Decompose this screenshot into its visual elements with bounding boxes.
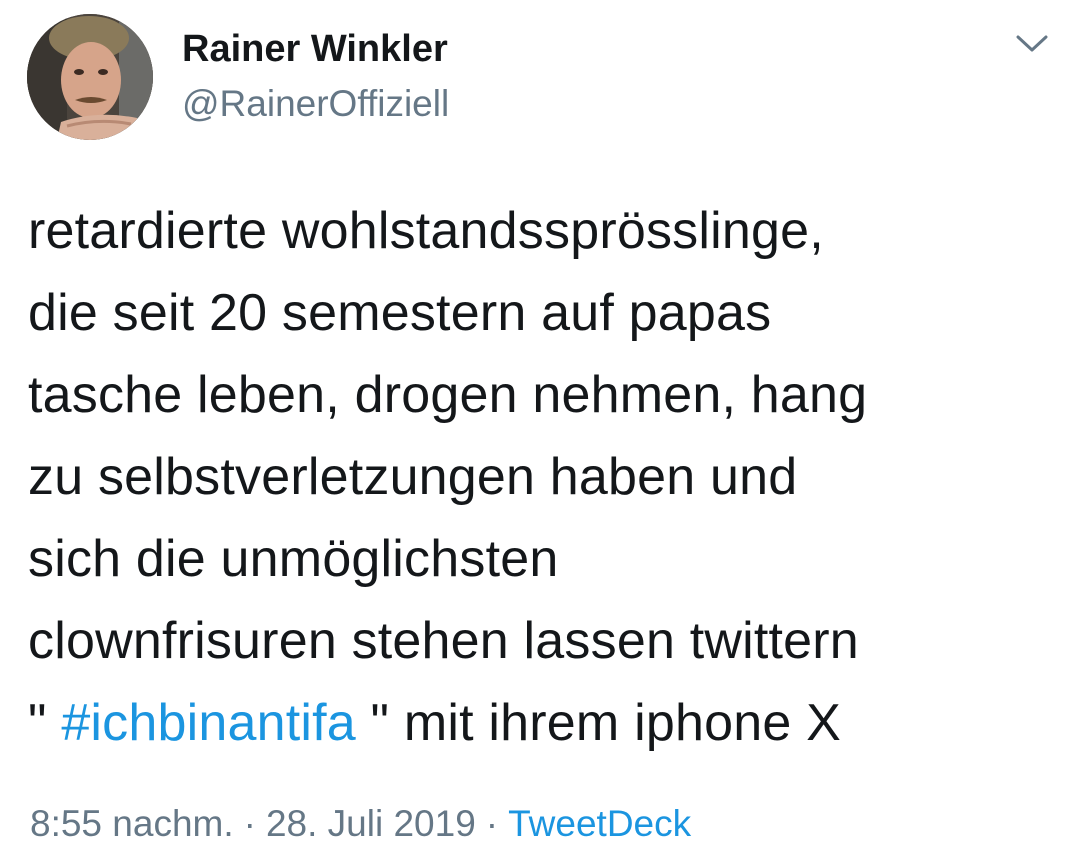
meta-separator: ·	[485, 803, 499, 844]
chevron-down-icon[interactable]	[1012, 28, 1052, 58]
hashtag-link[interactable]: #ichbinantifa	[61, 694, 356, 752]
tweet-text-last-line: " #ichbinantifa " mit ihrem iphone X	[28, 682, 1058, 764]
tweet-time[interactable]: 8:55 nachm.	[30, 803, 234, 844]
tweet-text: retardierte wohlstandssprösslinge, die s…	[28, 190, 1058, 764]
tweet-text-line: clownfrisuren stehen lassen twittern	[28, 612, 859, 670]
quote-close-text: " mit ihrem iphone X	[355, 694, 841, 752]
avatar[interactable]	[27, 14, 153, 140]
author-block[interactable]: Rainer Winkler @RainerOffiziell	[182, 26, 449, 127]
tweet-card: Rainer Winkler @RainerOffiziell retardie…	[0, 0, 1080, 865]
tweet-meta: 8:55 nachm. · 28. Juli 2019 · TweetDeck	[30, 798, 691, 850]
tweet-text-line: retardierte wohlstandssprösslinge,	[28, 202, 824, 260]
tweet-source-link[interactable]: TweetDeck	[508, 803, 691, 844]
tweet-text-line: tasche leben, drogen nehmen, hang	[28, 366, 868, 424]
tweet-date[interactable]: 28. Juli 2019	[266, 803, 476, 844]
meta-separator: ·	[243, 803, 256, 844]
author-handle[interactable]: @RainerOffiziell	[182, 81, 449, 127]
tweet-text-line: die seit 20 semestern auf papas	[28, 284, 772, 342]
avatar-photo	[27, 14, 153, 140]
tweet-text-line: zu selbstverletzungen haben und	[28, 448, 798, 506]
author-display-name[interactable]: Rainer Winkler	[182, 26, 449, 72]
tweet-text-line: sich die unmöglichsten	[28, 530, 559, 588]
quote-open: "	[28, 694, 62, 752]
